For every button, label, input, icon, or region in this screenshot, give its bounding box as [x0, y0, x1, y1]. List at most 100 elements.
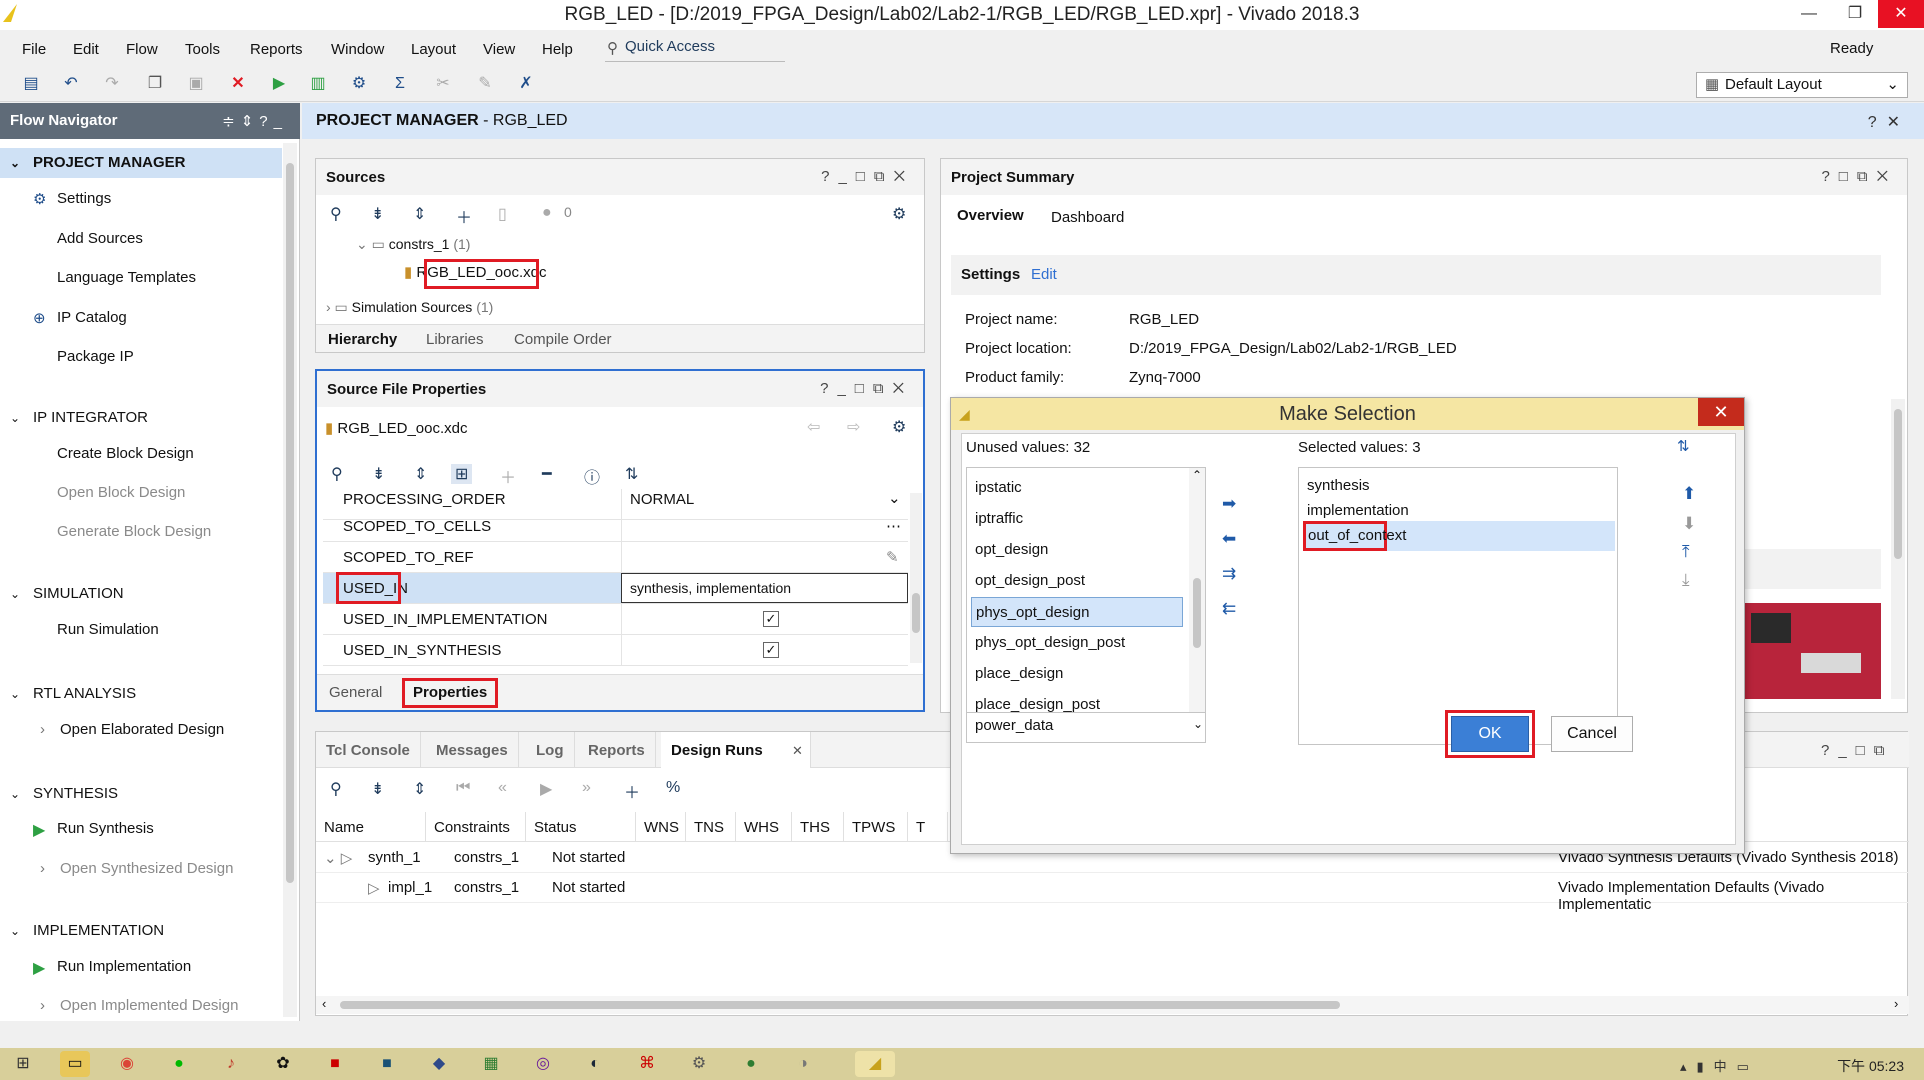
nav-create-block-design[interactable]: Create Block Design [57, 445, 194, 462]
tab-hierarchy[interactable]: Hierarchy [328, 331, 397, 348]
first-icon[interactable]: ⏮ [456, 779, 470, 797]
chrome-icon[interactable]: ◉ [112, 1051, 142, 1077]
tray-icons[interactable]: ▴▮中▭ [1680, 1056, 1759, 1075]
tab-reports[interactable]: Reports [578, 732, 656, 768]
section-simulation[interactable]: ⌄ SIMULATION [0, 579, 282, 609]
redo-icon[interactable]: ↷ [101, 74, 123, 94]
col-status[interactable]: Status [526, 812, 636, 842]
header-controls[interactable]: ?✕ [1868, 112, 1910, 132]
expand-all-icon[interactable]: ⇕ [413, 779, 426, 799]
move-up-icon[interactable]: ⬆ [1682, 484, 1696, 504]
scrollbar-thumb[interactable] [912, 593, 920, 633]
collapse-all-icon[interactable]: ⇟ [371, 779, 384, 799]
summary-scrollbar[interactable] [1891, 399, 1905, 699]
minimize-button[interactable]: — [1786, 0, 1832, 28]
search-icon[interactable]: ⚲ [330, 204, 342, 224]
tab-design-runs[interactable]: Design Runs [661, 732, 811, 768]
tab-overview[interactable]: Overview [957, 207, 1024, 224]
col-tpws[interactable]: TPWS [844, 812, 908, 842]
col-tns[interactable]: TNS [686, 812, 736, 842]
menu-edit[interactable]: Edit [73, 41, 99, 58]
panel-controls[interactable]: ?_□⧉✕ [820, 380, 913, 397]
chevron-down-icon[interactable]: ⌄ [1193, 717, 1203, 731]
menu-layout[interactable]: Layout [411, 41, 456, 58]
section-rtl-analysis[interactable]: ⌄ RTL ANALYSIS [0, 679, 282, 709]
move-all-right-icon[interactable]: ⇉ [1222, 564, 1236, 584]
close-button[interactable]: ✕ [1878, 0, 1924, 28]
list-item[interactable]: opt_design [971, 535, 1183, 565]
edit-icon[interactable]: ✎ [886, 548, 899, 566]
list-item-selected[interactable]: phys_opt_design [971, 597, 1183, 627]
col-whs[interactable]: WHS [736, 812, 792, 842]
col-wns[interactable]: WNS [636, 812, 686, 842]
move-right-icon[interactable]: ➡ [1222, 494, 1236, 514]
document-icon[interactable]: ▯ [498, 204, 507, 224]
paste-icon[interactable]: ▣ [185, 74, 207, 94]
nav-generate-block-design[interactable]: Generate Block Design [57, 523, 211, 540]
app-icon[interactable]: ✿ [268, 1051, 298, 1077]
app3-icon[interactable]: ■ [372, 1051, 402, 1077]
panel-controls[interactable]: ?_□⧉✕ [821, 168, 914, 185]
used-in-value-field[interactable]: synthesis, implementation [621, 573, 908, 603]
nav-open-implemented-design[interactable]: › Open Implemented Design [40, 997, 238, 1014]
copy-icon[interactable]: ❐ [144, 74, 166, 94]
col-t[interactable]: T [908, 812, 948, 842]
play-icon[interactable]: ▶ [540, 779, 552, 799]
search-icon[interactable]: ⚲ [330, 779, 342, 799]
settings-gear-icon[interactable]: ⚙ [348, 74, 370, 94]
prop-row-used-in-implementation[interactable]: USED_IN_IMPLEMENTATION ✓ [323, 604, 908, 635]
add-icon[interactable]: ＋ [624, 779, 640, 803]
list-item[interactable]: place_design_post [971, 690, 1183, 713]
nav-open-elaborated-design[interactable]: › Open Elaborated Design [40, 721, 224, 738]
menu-help[interactable]: Help [542, 41, 573, 58]
move-top-icon[interactable]: ⤒ [1682, 542, 1690, 562]
app5-icon[interactable]: ▦ [476, 1051, 506, 1077]
prop-row-scoped-to-cells[interactable]: SCOPED_TO_CELLS ⋯ [323, 511, 908, 542]
section-ip-integrator[interactable]: ⌄ IP INTEGRATOR [0, 403, 282, 433]
percent-icon[interactable]: % [666, 779, 680, 797]
nav-run-simulation[interactable]: Run Simulation [57, 621, 159, 638]
list-item[interactable]: ipstatic [971, 473, 1183, 503]
panel-controls[interactable]: ≑⇕?_ [222, 112, 288, 130]
add-icon[interactable]: ＋ [456, 204, 472, 228]
nav-open-block-design[interactable]: Open Block Design [57, 484, 185, 501]
used-in-synthesis-checkbox[interactable]: ✓ [763, 642, 779, 658]
scrollbar-thumb[interactable] [1894, 409, 1902, 559]
section-project-manager[interactable]: ⌄ PROJECT MANAGER [0, 148, 282, 178]
nav-package-ip[interactable]: Package IP [57, 348, 134, 365]
menu-file[interactable]: File [22, 41, 46, 58]
quick-access-search[interactable]: ⚲ Quick Access [605, 38, 785, 62]
tab-messages[interactable]: Messages [426, 732, 519, 768]
sort-icon[interactable]: ⇅ [1677, 437, 1690, 455]
layout-select[interactable]: ▦ Default Layout ⌄ [1696, 72, 1908, 98]
flow-navigator-scrollbar[interactable] [283, 143, 297, 1017]
tab-log[interactable]: Log [526, 732, 575, 768]
nav-ip-catalog[interactable]: ⊕ IP Catalog [33, 309, 127, 327]
vivado-taskbar-icon[interactable]: ◢ [855, 1051, 895, 1077]
col-ths[interactable]: THS [792, 812, 844, 842]
scrollbar-thumb[interactable] [1193, 578, 1201, 648]
prop-row-used-in[interactable]: USED_IN synthesis, implementation [323, 573, 908, 604]
previous-icon[interactable]: « [498, 779, 507, 797]
tab-libraries[interactable]: Libraries [426, 331, 484, 348]
menu-tools[interactable]: Tools [185, 41, 220, 58]
sigma-icon[interactable]: Σ [389, 74, 411, 94]
prop-row-used-in-synthesis[interactable]: USED_IN_SYNTHESIS ✓ [323, 635, 908, 666]
app8-icon[interactable]: ● [736, 1051, 766, 1077]
section-implementation[interactable]: ⌄ IMPLEMENTATION [0, 916, 282, 946]
app9-icon[interactable]: ◑ [788, 1051, 818, 1077]
move-left-icon[interactable]: ⬅ [1222, 529, 1236, 549]
tree-constrs[interactable]: ⌄ ▭ constrs_1 (1) [356, 236, 470, 253]
expand-all-icon[interactable]: ⇕ [414, 464, 427, 484]
col-name[interactable]: Name [316, 812, 426, 842]
section-synthesis[interactable]: ⌄ SYNTHESIS [0, 779, 282, 809]
gear-icon[interactable]: ⚙ [892, 417, 906, 437]
used-in-implementation-checkbox[interactable]: ✓ [763, 611, 779, 627]
file-explorer-icon[interactable]: ▭ [60, 1051, 90, 1077]
edit-link[interactable]: Edit [1031, 266, 1057, 283]
move-bottom-icon[interactable]: ⤓ [1682, 570, 1690, 590]
list-item[interactable]: place_design [971, 659, 1183, 689]
app4-icon[interactable]: ◆ [424, 1051, 454, 1077]
app2-icon[interactable]: ■ [320, 1051, 350, 1077]
col-constraints[interactable]: Constraints [426, 812, 526, 842]
